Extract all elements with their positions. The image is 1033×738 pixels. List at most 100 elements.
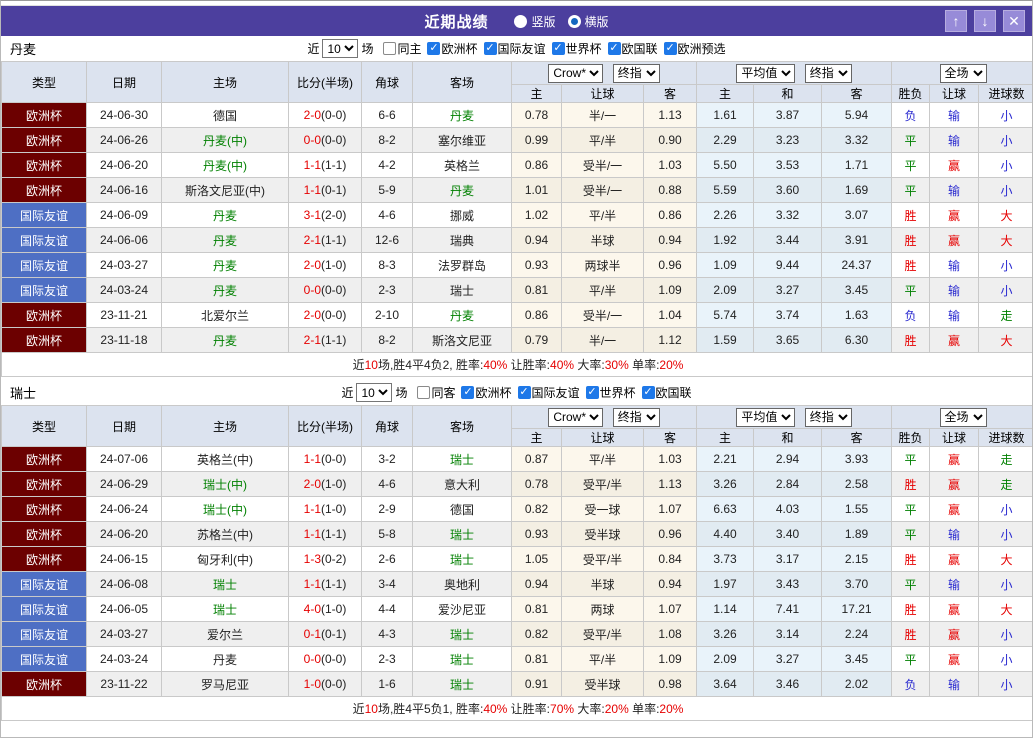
checkbox-checked-icon[interactable]: ✓ (663, 42, 677, 55)
avg-home: 2.26 (696, 202, 755, 228)
match-date: 24-06-05 (86, 596, 162, 622)
checkbox-checked-icon[interactable]: ✓ (427, 42, 441, 55)
same-venue-checkbox[interactable] (383, 42, 397, 55)
checkbox-checked-icon[interactable]: ✓ (641, 386, 655, 399)
league-filter[interactable]: ✓ 国际友谊 (512, 384, 580, 401)
avg-time-select[interactable]: 终指 (804, 407, 852, 427)
result-handicap: 赢 (929, 202, 980, 228)
corners: 5-8 (361, 521, 413, 547)
away-team: 瑞士 (412, 277, 512, 303)
odds-home: 0.78 (511, 102, 562, 128)
league-label[interactable]: 欧洲杯 (475, 384, 511, 401)
league-filter[interactable]: ✓ 欧洲预选 (658, 40, 726, 57)
odds-home: 0.94 (511, 571, 562, 597)
result-outcome: 胜 (891, 596, 931, 622)
away-team: 丹麦 (412, 177, 512, 203)
match-score: 3-1(2-0) (288, 202, 362, 228)
same-venue-label[interactable]: 同主 (397, 40, 421, 57)
avg-time-select[interactable]: 终指 (804, 63, 852, 83)
col-handicap-result: 让球 (929, 84, 980, 103)
odds-home: 0.91 (511, 671, 562, 697)
league-filter[interactable]: ✓ 欧国联 (636, 384, 692, 401)
close-button[interactable]: ✕ (1003, 10, 1025, 32)
league-filter[interactable]: ✓ 欧国联 (602, 40, 658, 57)
odds-handicap: 半/一 (561, 327, 644, 353)
home-team: 英格兰(中) (161, 446, 289, 472)
away-team: 塞尔维亚 (412, 127, 512, 153)
bookmaker-select[interactable]: Crow* (548, 63, 604, 83)
same-venue-label[interactable]: 同客 (431, 384, 455, 401)
odds-time-select[interactable]: 终指 (612, 407, 660, 427)
league-label[interactable]: 欧洲预选 (678, 40, 726, 57)
league-filter[interactable]: ✓ 欧洲杯 (455, 384, 512, 401)
avg-draw: 3.40 (753, 521, 823, 547)
full-match-select[interactable]: 全场 (939, 407, 987, 427)
match-type-badge: 国际友谊 (1, 571, 87, 597)
league-label[interactable]: 国际友谊 (532, 384, 580, 401)
average-select[interactable]: 平均值 (736, 63, 796, 83)
horizontal-layout-label[interactable]: 横版 (585, 13, 609, 30)
bookmaker-select[interactable]: Crow* (548, 407, 604, 427)
league-filter[interactable]: ✓ 世界杯 (580, 384, 636, 401)
match-date: 24-06-30 (86, 102, 162, 128)
result-handicap: 赢 (929, 496, 980, 522)
home-team: 丹麦(中) (161, 152, 289, 178)
col-away: 客场 (412, 405, 512, 447)
league-label[interactable]: 世界杯 (566, 40, 602, 57)
result-outcome: 平 (891, 496, 931, 522)
match-date: 24-06-06 (86, 227, 162, 253)
match-count-select[interactable]: 10 (356, 383, 393, 402)
horizontal-layout-radio-icon[interactable] (567, 14, 581, 28)
checkbox-checked-icon[interactable]: ✓ (585, 386, 599, 399)
away-team: 挪威 (412, 202, 512, 228)
avg-home: 4.40 (696, 521, 755, 547)
match-score: 2-0(0-0) (288, 302, 362, 328)
odds-handicap: 平/半 (561, 127, 644, 153)
result-handicap: 赢 (929, 646, 980, 672)
checkbox-checked-icon[interactable]: ✓ (607, 42, 621, 55)
odds-away: 1.09 (642, 277, 698, 303)
odds-home: 0.79 (511, 327, 562, 353)
avg-draw: 3.74 (753, 302, 823, 328)
match-type-badge: 欧洲杯 (1, 671, 87, 697)
match-row: 国际友谊 24-03-24 丹麦 0-0(0-0) 2-3 瑞士 0.81 平/半 1.09 2.… (1, 277, 1032, 303)
league-label[interactable]: 欧国联 (656, 384, 692, 401)
match-score: 1-1(1-0) (288, 496, 362, 522)
average-select[interactable]: 平均值 (736, 407, 796, 427)
league-label[interactable]: 欧国联 (622, 40, 658, 57)
result-outcome: 胜 (891, 227, 931, 253)
vertical-layout-label[interactable]: 竖版 (531, 13, 555, 30)
odds-home: 0.81 (511, 596, 562, 622)
checkbox-checked-icon[interactable]: ✓ (517, 386, 531, 399)
match-row: 欧洲杯 23-11-21 北爱尔兰 2-0(0-0) 2-10 丹麦 0.86 受半/一 1.0… (1, 302, 1032, 328)
move-up-button[interactable]: ↑ (945, 10, 967, 32)
vertical-layout-radio-icon[interactable] (514, 14, 528, 28)
result-goals: 大 (978, 227, 1032, 253)
odds-home: 0.81 (511, 277, 562, 303)
same-venue-checkbox[interactable] (417, 386, 431, 399)
avg-draw: 3.44 (753, 227, 823, 253)
odds-time-select[interactable]: 终指 (612, 63, 660, 83)
odds-away: 1.12 (642, 327, 698, 353)
col-goals-result: 进球数 (978, 84, 1032, 103)
league-filter[interactable]: ✓ 欧洲杯 (421, 40, 478, 57)
avg-home: 1.97 (696, 571, 755, 597)
odds-away: 0.86 (642, 202, 698, 228)
layout-switch: 竖版 横版 (502, 13, 609, 30)
checkbox-checked-icon[interactable]: ✓ (461, 386, 475, 399)
league-label[interactable]: 欧洲杯 (441, 40, 477, 57)
odds-handicap: 受半/一 (561, 302, 644, 328)
odds-home: 0.94 (511, 227, 562, 253)
league-label[interactable]: 世界杯 (600, 384, 636, 401)
odds-away: 1.08 (642, 621, 698, 647)
league-label[interactable]: 国际友谊 (498, 40, 546, 57)
move-down-button[interactable]: ↓ (974, 10, 996, 32)
league-filter[interactable]: ✓ 国际友谊 (478, 40, 546, 57)
league-filter[interactable]: ✓ 世界杯 (546, 40, 602, 57)
checkbox-checked-icon[interactable]: ✓ (551, 42, 565, 55)
checkbox-checked-icon[interactable]: ✓ (483, 42, 497, 55)
full-match-select[interactable]: 全场 (939, 63, 987, 83)
odds-handicap: 受平/半 (561, 621, 644, 647)
away-team: 瑞士 (412, 521, 512, 547)
match-count-select[interactable]: 10 (322, 39, 359, 58)
